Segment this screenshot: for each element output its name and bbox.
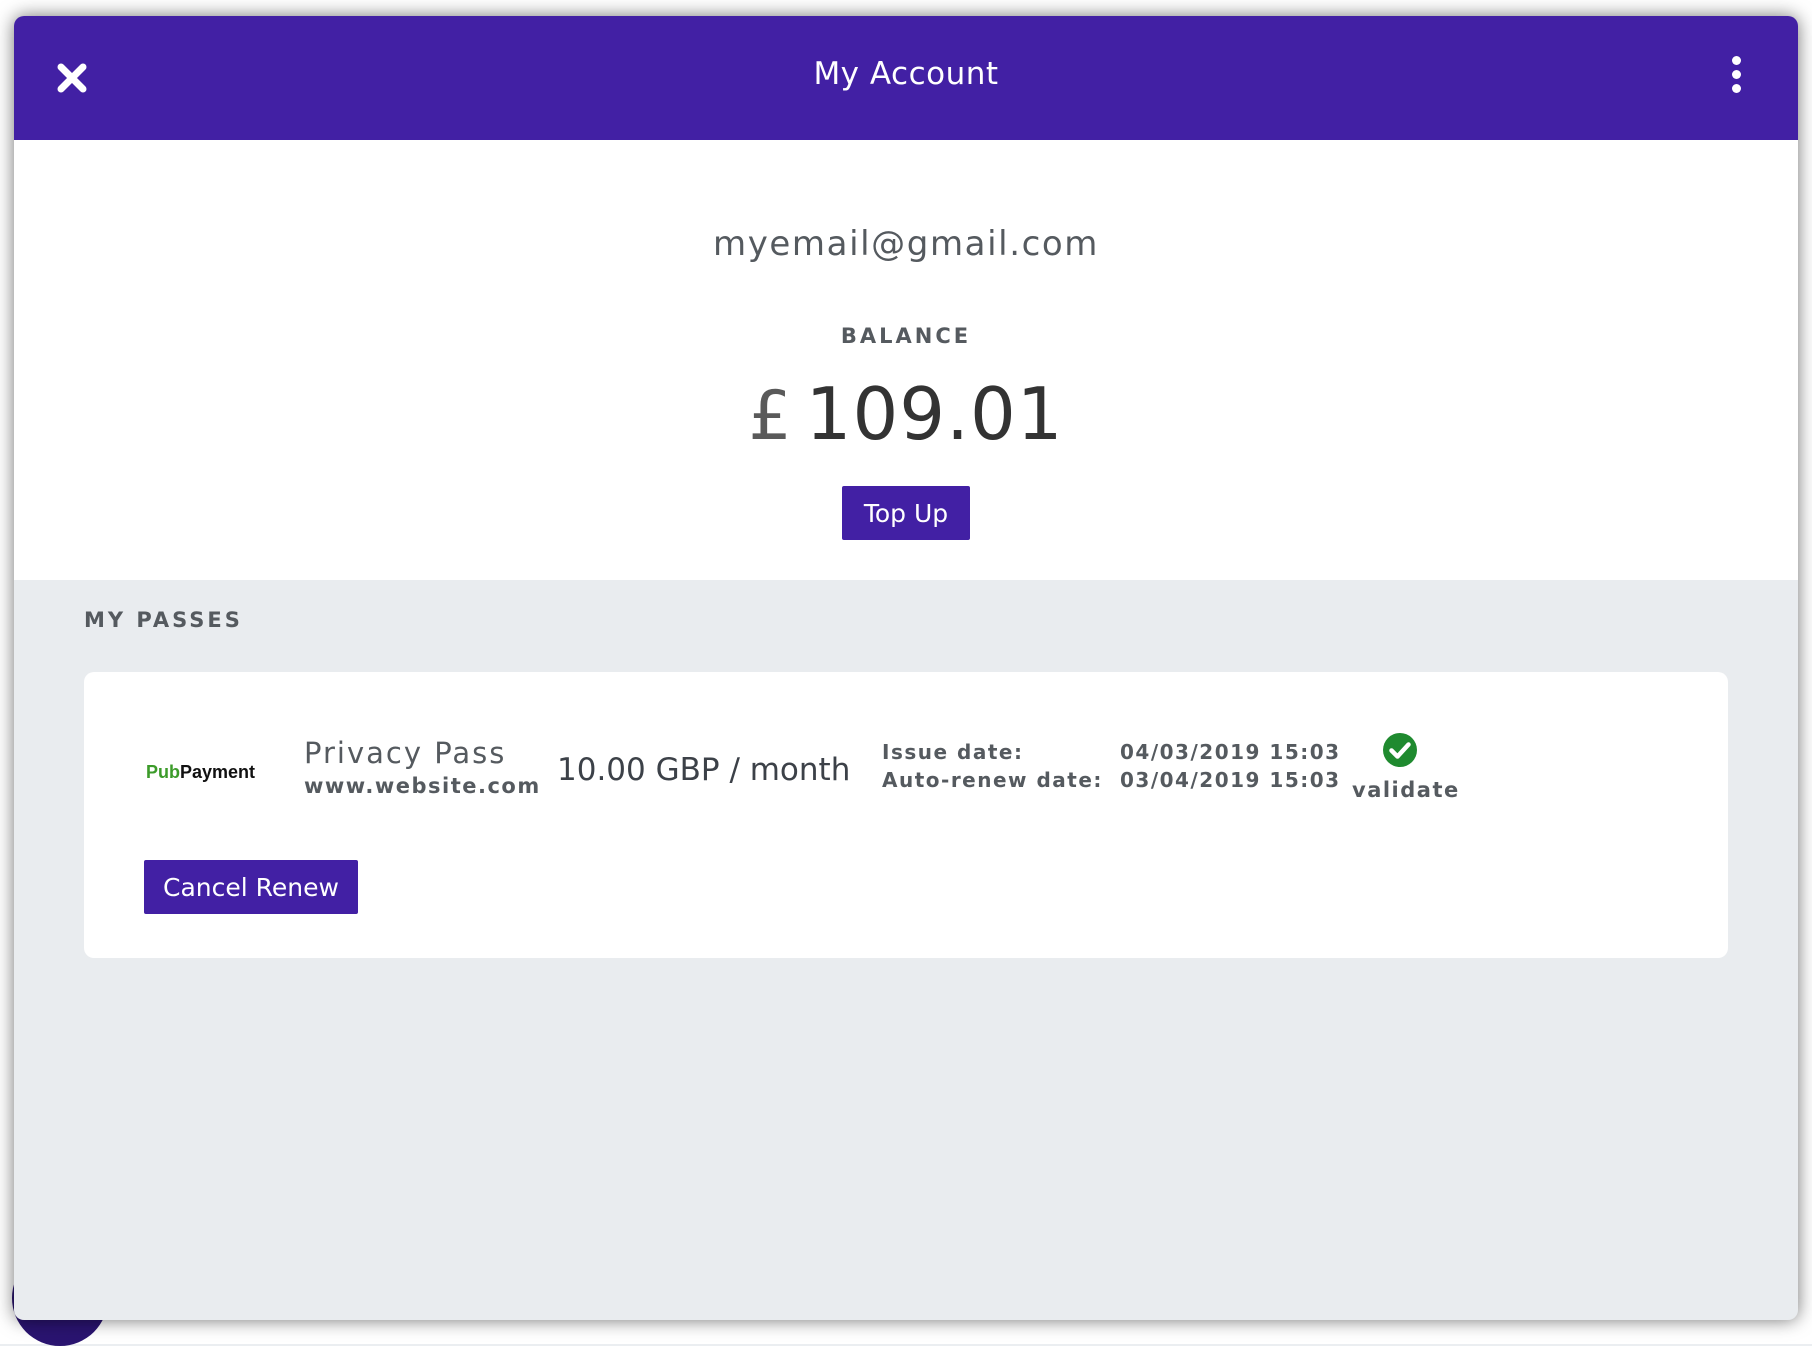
account-summary: myemail@gmail.com BALANCE £109.01 Top Up (14, 140, 1798, 580)
pass-website: www.website.com (304, 774, 541, 798)
validate-link[interactable]: validate (1352, 778, 1458, 802)
pass-price: 10.00 GBP / month (557, 752, 851, 788)
more-vertical-icon[interactable] (1726, 56, 1746, 106)
issue-date-value: 04/03/2019 15:03 (1120, 740, 1341, 764)
balance-value: 109.01 (805, 372, 1064, 456)
account-modal: My Account myemail@gmail.com BALANCE £10… (14, 16, 1798, 1320)
my-passes-title: MY PASSES (84, 608, 243, 632)
currency-symbol: £ (748, 377, 792, 456)
auto-renew-date-label: Auto-renew date: (882, 768, 1103, 792)
pubpayment-logo: PubPayment (146, 762, 256, 782)
top-up-button[interactable]: Top Up (842, 486, 970, 540)
check-circle-icon (1382, 732, 1418, 768)
balance-label: BALANCE (840, 324, 972, 348)
cancel-renew-button[interactable]: Cancel Renew (144, 860, 358, 914)
modal-title: My Account (813, 56, 999, 92)
auto-renew-date-value: 03/04/2019 15:03 (1120, 768, 1341, 792)
issue-date-label: Issue date: (882, 740, 1024, 764)
balance-amount: £109.01 (14, 372, 1798, 456)
modal-header: My Account (14, 16, 1798, 140)
pass-card: PubPayment Privacy Pass www.website.com … (84, 672, 1728, 958)
pass-name: Privacy Pass (304, 736, 507, 770)
account-email: myemail@gmail.com (712, 224, 1100, 264)
